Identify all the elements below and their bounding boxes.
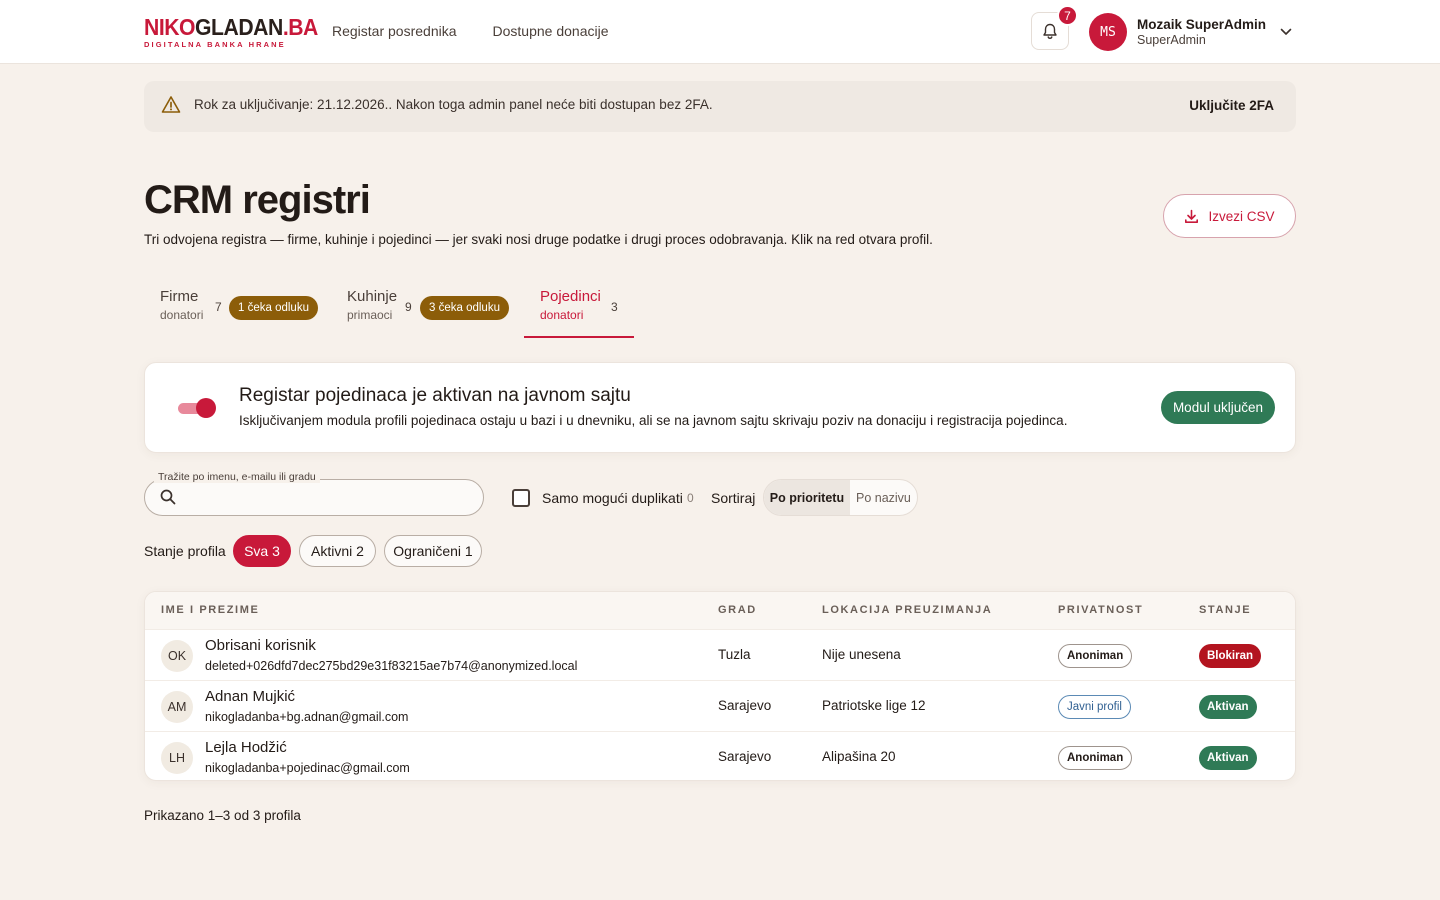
profile-state-label: Stanje profila <box>144 543 226 559</box>
chevron-down-icon <box>1280 28 1292 35</box>
warning-icon <box>161 96 181 113</box>
row-name: Obrisani korisnik <box>205 637 316 654</box>
top-navigation-bar: NIKOGLADAN.BA DIGITALNA BANKA HRANE Regi… <box>0 0 1440 64</box>
module-status-button[interactable]: Modul uključen <box>1160 391 1275 424</box>
sort-label: Sortiraj <box>711 490 756 506</box>
table-row[interactable]: AM Adnan Mujkić nikogladanba+bg.adnan@gm… <box>145 680 1295 731</box>
pending-decision-badge: 3 čeka odluku <box>420 296 509 320</box>
status-badge: Aktivan <box>1199 695 1257 719</box>
status-badge: Blokiran <box>1199 644 1262 668</box>
status-badge: Aktivan <box>1199 746 1257 770</box>
search-label: Tražite po imenu, e-mailu ili gradu <box>154 471 320 483</box>
page-description: Tri odvojena registra — firme, kuhinje i… <box>144 232 933 247</box>
toggle-knob <box>196 398 216 418</box>
filter-chip-restricted[interactable]: Ograničeni 1 <box>384 535 482 567</box>
column-header-state[interactable]: STANJE <box>1199 604 1251 616</box>
logo[interactable]: NIKOGLADAN.BA DIGITALNA BANKA HRANE <box>144 16 333 49</box>
column-header-name[interactable]: IME I PREZIME <box>161 604 259 616</box>
tab-count: 9 <box>405 300 412 314</box>
pagination-summary: Prikazano 1–3 od 3 profila <box>144 808 301 823</box>
table-header: IME I PREZIME GRAD LOKACIJA PREUZIMANJA … <box>145 592 1295 630</box>
sort-by-priority[interactable]: Po prioritetu <box>764 480 850 515</box>
logo-wordmark: NIKOGLADAN.BA <box>144 14 318 40</box>
row-name: Adnan Mujkić <box>205 688 296 705</box>
privacy-badge: Anoniman <box>1058 644 1133 668</box>
privacy-badge: Javni profil <box>1058 695 1131 719</box>
user-info: Mozaik SuperAdmin SuperAdmin <box>1137 17 1266 47</box>
page-title: CRM registri <box>144 178 371 222</box>
row-name: Lejla Hodžić <box>205 739 287 756</box>
tab-count: 3 <box>611 300 618 314</box>
column-header-pickup-location[interactable]: LOKACIJA PREUZIMANJA <box>822 604 992 616</box>
sort-by-name[interactable]: Po nazivu <box>850 480 917 515</box>
column-header-privacy[interactable]: PRIVATNOST <box>1058 604 1143 616</box>
module-status-card: Registar pojedinaca je aktivan na javnom… <box>144 362 1296 453</box>
tab-pojedinci[interactable]: Pojedinci donatori 3 <box>540 288 630 338</box>
row-email: deleted+026dfd7dec275bd29e31f83215ae7b74… <box>205 659 578 673</box>
search-input[interactable] <box>144 479 484 516</box>
row-city: Sarajevo <box>718 698 772 713</box>
avatar: AM <box>161 691 193 723</box>
row-location: Patriotske lige 12 <box>822 698 926 713</box>
duplicates-only-checkbox[interactable] <box>512 489 530 507</box>
duplicates-count: 0 <box>687 491 694 505</box>
column-header-city[interactable]: GRAD <box>718 604 757 616</box>
row-location: Alipašina 20 <box>822 749 896 764</box>
user-role: SuperAdmin <box>1137 32 1206 47</box>
row-email: nikogladanba+pojedinac@gmail.com <box>205 761 410 775</box>
avatar: LH <box>161 742 193 774</box>
filter-chip-all[interactable]: Sva 3 <box>233 535 291 567</box>
export-csv-label: Izvezi CSV <box>1208 208 1275 224</box>
profiles-table: IME I PREZIME GRAD LOKACIJA PREUZIMANJA … <box>144 591 1296 781</box>
table-row[interactable]: LH Lejla Hodžić nikogladanba+pojedinac@g… <box>145 731 1295 780</box>
tab-kuhinje[interactable]: Kuhinje primaoci 9 3 čeka odluku <box>347 288 512 338</box>
avatar: MS <box>1089 13 1127 51</box>
tab-firme[interactable]: Firme donatori 7 1 čeka odluku <box>160 288 320 338</box>
module-toggle[interactable] <box>178 398 216 418</box>
nav-link-registar-posrednika[interactable]: Registar posrednika <box>332 23 457 39</box>
row-location: Nije unesena <box>822 647 901 662</box>
avatar: OK <box>161 640 193 672</box>
row-city: Tuzla <box>718 647 751 662</box>
search-icon <box>160 489 176 505</box>
active-tab-indicator <box>524 336 634 338</box>
bell-icon <box>1043 23 1057 39</box>
module-description: Isključivanjem modula profili pojedinaca… <box>239 413 1068 428</box>
export-csv-button[interactable]: Izvezi CSV <box>1163 194 1296 238</box>
row-email: nikogladanba+bg.adnan@gmail.com <box>205 710 409 724</box>
row-city: Sarajevo <box>718 749 772 764</box>
two-factor-warning-banner: Rok za uključivanje: 21.12.2026.. Nakon … <box>144 81 1296 132</box>
module-title: Registar pojedinaca je aktivan na javnom… <box>239 385 631 406</box>
filter-chip-active[interactable]: Aktivni 2 <box>299 535 376 567</box>
notifications-count-badge: 7 <box>1057 5 1078 26</box>
download-icon <box>1185 209 1199 223</box>
table-row[interactable]: OK Obrisani korisnik deleted+026dfd7dec2… <box>145 629 1295 680</box>
user-name: Mozaik SuperAdmin <box>1137 17 1267 33</box>
duplicates-only-label[interactable]: Samo mogući duplikati <box>542 490 683 506</box>
nav-link-dostupne-donacije[interactable]: Dostupne donacije <box>493 23 609 39</box>
sort-toggle-group: Po prioritetu Po nazivu <box>763 479 918 516</box>
pending-decision-badge: 1 čeka odluku <box>229 296 318 320</box>
tab-count: 7 <box>215 300 222 314</box>
banner-message: Rok za uključivanje: 21.12.2026.. Nakon … <box>194 97 713 112</box>
enable-2fa-button[interactable]: Uključite 2FA <box>1189 98 1274 113</box>
search-field: Tražite po imenu, e-mailu ili gradu <box>144 471 484 516</box>
logo-tagline: DIGITALNA BANKA HRANE <box>144 40 286 49</box>
user-menu[interactable]: MS Mozaik SuperAdmin SuperAdmin <box>1089 12 1292 52</box>
main-nav: Registar posrednika Dostupne donacije <box>332 23 609 39</box>
privacy-badge: Anoniman <box>1058 746 1133 770</box>
notifications-button[interactable]: 7 <box>1031 5 1078 50</box>
